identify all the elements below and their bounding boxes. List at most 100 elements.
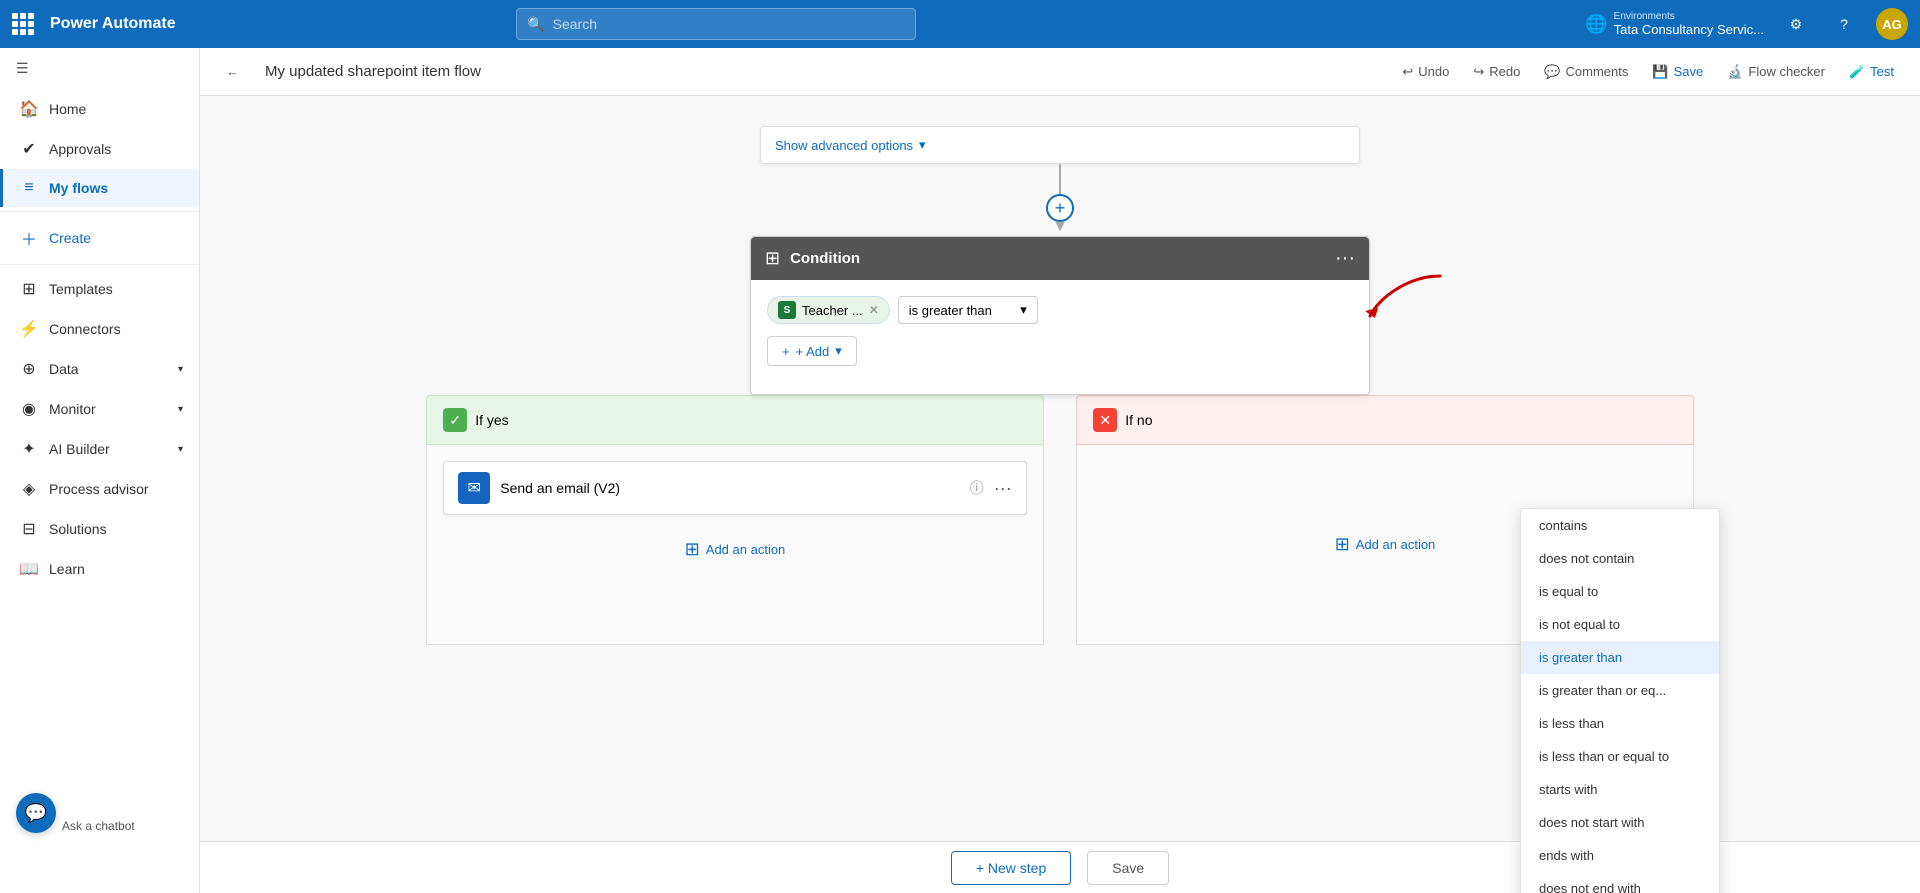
search-input[interactable] xyxy=(553,16,906,32)
redo-button[interactable]: ↪ Redo xyxy=(1463,59,1530,85)
connector-line xyxy=(1059,164,1061,194)
sidebar-item-create[interactable]: ＋ Create xyxy=(0,216,199,260)
condition-body: S Teacher ... ✕ is greater than ▾ xyxy=(751,280,1369,394)
create-icon: ＋ xyxy=(19,226,39,250)
test-button[interactable]: 🧪 Test xyxy=(1839,59,1904,85)
back-icon: ← xyxy=(226,64,239,79)
dropdown-item-is-greater-than[interactable]: is greater than xyxy=(1521,641,1719,674)
condition-area: ⊞ Condition ··· S Teacher ... ✕ xyxy=(750,236,1370,395)
dropdown-item-is-greater-than-or-eq[interactable]: is greater than or eq... xyxy=(1521,674,1719,707)
chevron-down-icon: ▾ xyxy=(178,404,183,415)
comments-button[interactable]: 💬 Comments xyxy=(1534,59,1638,85)
check-yes-icon: ✓ xyxy=(443,408,467,432)
sidebar-item-templates[interactable]: ⊞ Templates xyxy=(0,269,199,309)
sidebar-item-data[interactable]: ⊕ Data ▾ xyxy=(0,349,199,389)
ask-chatbot-label: Ask a chatbot xyxy=(62,819,135,833)
sidebar-item-solutions[interactable]: ⊟ Solutions xyxy=(0,509,199,549)
flow-title: My updated sharepoint item flow xyxy=(265,63,481,80)
avatar[interactable]: AG xyxy=(1876,8,1908,40)
chevron-down-icon: ▾ xyxy=(835,343,842,359)
dropdown-item-ends-with[interactable]: ends with xyxy=(1521,839,1719,872)
sidebar-item-ai-builder[interactable]: ✦ AI Builder ▾ xyxy=(0,429,199,469)
home-icon: 🏠 xyxy=(19,99,39,119)
waffle-icon[interactable] xyxy=(12,13,34,35)
save-button[interactable]: 💾 Save xyxy=(1642,59,1713,85)
sidebar-item-home[interactable]: 🏠 Home xyxy=(0,89,199,129)
chevron-down-icon: ▾ xyxy=(178,364,183,375)
token-close-button[interactable]: ✕ xyxy=(869,303,879,317)
env-label: Environments xyxy=(1614,11,1764,22)
condition-icon: ⊞ xyxy=(765,248,780,269)
condition-more-button[interactable]: ··· xyxy=(1335,247,1355,270)
check-no-icon: ✕ xyxy=(1093,408,1117,432)
dropdown-item-is-less-than-or-equal-to[interactable]: is less than or equal to xyxy=(1521,740,1719,773)
undo-icon: ↩ xyxy=(1402,64,1413,80)
sidebar-item-process-advisor[interactable]: ◈ Process advisor xyxy=(0,469,199,509)
chevron-down-icon: ▾ xyxy=(1020,302,1027,318)
redo-icon: ↪ xyxy=(1473,64,1484,80)
dropdown-item-does-not-end-with[interactable]: does not end with xyxy=(1521,872,1719,893)
add-action-no-icon: ⊞ xyxy=(1335,534,1350,555)
back-button[interactable]: ← xyxy=(216,59,249,84)
monitor-icon: ◉ xyxy=(19,399,39,419)
search-bar[interactable]: 🔍 xyxy=(516,8,916,40)
add-action-no-button[interactable]: ⊞ Add an action xyxy=(1335,526,1436,563)
topbar-right: 🌐 Environments Tata Consultancy Servic..… xyxy=(1585,8,1908,40)
branch-yes-header: ✓ If yes xyxy=(426,395,1044,445)
flows-icon: ≡ xyxy=(19,179,39,197)
add-row: + + Add ▾ xyxy=(767,336,1353,366)
operator-select[interactable]: is greater than ▾ xyxy=(898,296,1038,324)
sidebar-toggle[interactable]: ☰ xyxy=(0,48,199,89)
approvals-icon: ✔ xyxy=(19,139,39,159)
dropdown-item-does-not-start-with[interactable]: does not start with xyxy=(1521,806,1719,839)
save-bottom-button[interactable]: Save xyxy=(1087,851,1169,885)
dropdown-item-contains[interactable]: contains xyxy=(1521,509,1719,542)
content-area: ← My updated sharepoint item flow ↩ Undo… xyxy=(200,48,1920,893)
annotation-arrow xyxy=(1360,266,1450,326)
connector: + ▼ xyxy=(1046,164,1074,236)
add-action-yes-button[interactable]: ⊞ Add an action xyxy=(685,531,786,568)
settings-icon[interactable]: ⚙ xyxy=(1780,8,1812,40)
canvas-inner: Show advanced options ▾ + ▼ ⊞ Conditio xyxy=(390,96,1730,745)
add-condition-button[interactable]: + + Add ▾ xyxy=(767,336,857,366)
flow-toolbar: ← My updated sharepoint item flow ↩ Undo… xyxy=(200,48,1920,96)
help-icon[interactable]: ⓘ xyxy=(970,478,984,498)
dropdown-item-does-not-contain[interactable]: does not contain xyxy=(1521,542,1719,575)
plus-icon: + xyxy=(782,344,790,359)
action-more-button[interactable]: ··· xyxy=(994,478,1012,499)
learn-icon: 📖 xyxy=(19,559,39,579)
dropdown-item-starts-with[interactable]: starts with xyxy=(1521,773,1719,806)
chevron-down-icon: ▾ xyxy=(919,137,926,153)
sidebar-item-my-flows[interactable]: ≡ My flows xyxy=(0,169,199,207)
templates-icon: ⊞ xyxy=(19,279,39,299)
env-name: Tata Consultancy Servic... xyxy=(1614,22,1764,37)
app-name: Power Automate xyxy=(50,15,176,33)
dropdown-item-is-less-than[interactable]: is less than xyxy=(1521,707,1719,740)
new-step-button[interactable]: + New step xyxy=(951,851,1071,885)
dropdown-item-is-not-equal-to[interactable]: is not equal to xyxy=(1521,608,1719,641)
branch-no-header: ✕ If no xyxy=(1076,395,1694,445)
help-icon[interactable]: ? xyxy=(1828,8,1860,40)
add-action-yes-icon: ⊞ xyxy=(685,539,700,560)
chatbot-button[interactable]: 💬 xyxy=(16,793,56,833)
comments-icon: 💬 xyxy=(1544,64,1560,80)
condition-card: ⊞ Condition ··· S Teacher ... ✕ xyxy=(750,236,1370,395)
branches: ✓ If yes ✉ Send an email (V2) ⓘ xyxy=(410,395,1710,645)
email-icon: ✉ xyxy=(458,472,490,504)
environment-info[interactable]: 🌐 Environments Tata Consultancy Servic..… xyxy=(1585,11,1764,37)
test-icon: 🧪 xyxy=(1849,64,1865,80)
dropdown-item-is-equal-to[interactable]: is equal to xyxy=(1521,575,1719,608)
show-advanced-options[interactable]: Show advanced options ▾ xyxy=(761,127,1359,163)
sidebar-item-approvals[interactable]: ✔ Approvals xyxy=(0,129,199,169)
toolbar-actions: ↩ Undo ↪ Redo 💬 Comments 💾 Save 🔬 F xyxy=(1392,59,1904,85)
sidebar: ☰ 🏠 Home ✔ Approvals ≡ My flows ＋ Create… xyxy=(0,48,200,893)
flow-checker-button[interactable]: 🔬 Flow checker xyxy=(1717,59,1835,85)
sidebar-item-connectors[interactable]: ⚡ Connectors xyxy=(0,309,199,349)
sidebar-item-monitor[interactable]: ◉ Monitor ▾ xyxy=(0,389,199,429)
branch-yes-content: ✉ Send an email (V2) ⓘ ··· ⊞ Add an acti… xyxy=(426,445,1044,645)
flow-checker-icon: 🔬 xyxy=(1727,64,1743,80)
token-pill[interactable]: S Teacher ... ✕ xyxy=(767,296,890,324)
undo-button[interactable]: ↩ Undo xyxy=(1392,59,1459,85)
sidebar-item-learn[interactable]: 📖 Learn xyxy=(0,549,199,589)
canvas: Show advanced options ▾ + ▼ ⊞ Conditio xyxy=(200,96,1920,893)
